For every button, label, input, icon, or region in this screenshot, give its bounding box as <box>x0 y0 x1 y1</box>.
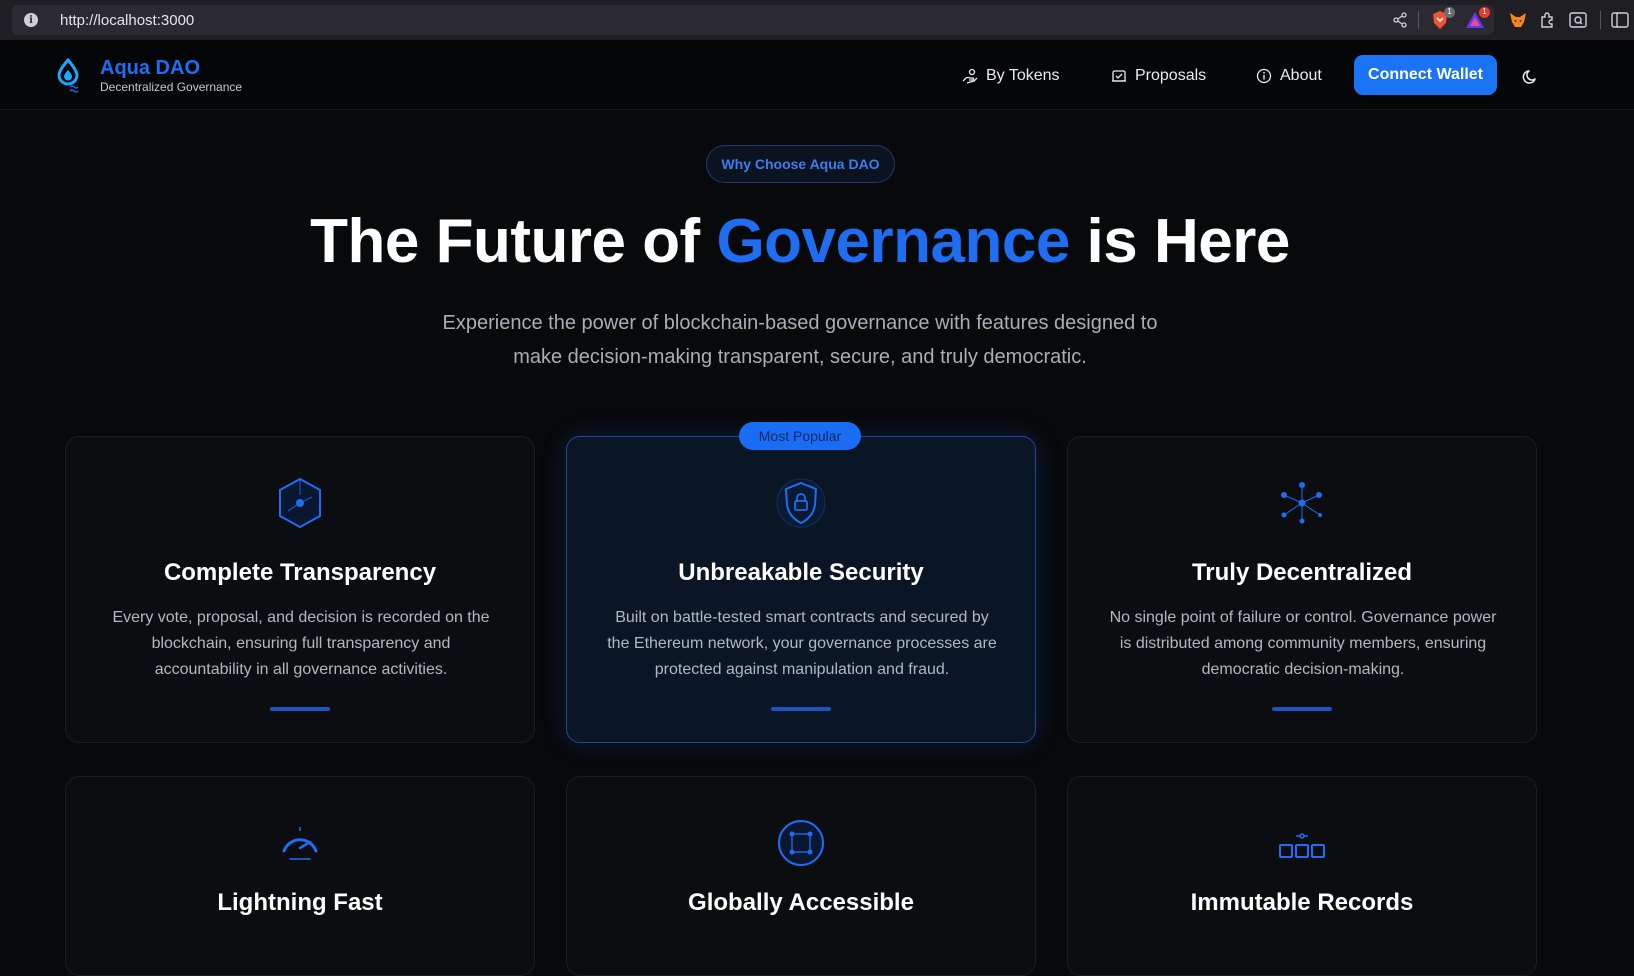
card-accent-bar <box>1272 707 1332 711</box>
nav-label: By Tokens <box>986 67 1060 84</box>
globe-icon <box>773 815 829 871</box>
card-title: Immutable Records <box>1190 889 1414 916</box>
url-text[interactable]: http://localhost:3000 <box>60 12 194 29</box>
blocks-icon <box>1274 815 1330 871</box>
share-icon[interactable] <box>1390 10 1410 30</box>
card-accent-bar <box>771 707 831 711</box>
nav-about[interactable]: About <box>1256 63 1322 89</box>
rewards-count: 1 <box>1479 7 1490 18</box>
browser-toolbar: i http://localhost:3000 1 1 <box>0 0 1634 40</box>
card-accent-bar <box>270 707 330 711</box>
hexagon-icon <box>272 475 328 531</box>
card-desc-line: blockchain, ensuring full transparency a… <box>151 635 451 652</box>
hero-subtitle: Experience the power of blockchain-based… <box>400 306 1200 374</box>
feature-card-decentralized[interactable]: Truly Decentralized No single point of f… <box>1067 436 1537 743</box>
brave-rewards-icon[interactable]: 1 <box>1465 7 1490 30</box>
shield-lock-icon <box>773 475 829 531</box>
extensions-puzzle-icon[interactable] <box>1538 10 1558 30</box>
network-icon <box>1274 475 1330 531</box>
card-title: Lightning Fast <box>217 889 383 916</box>
site-header: Aqua DAO Decentralized Governance By Tok… <box>0 40 1634 110</box>
brand-name[interactable]: Aqua DAO <box>100 57 200 80</box>
card-desc-line: No single point of failure or control. G… <box>1109 609 1497 626</box>
ballot-icon <box>1112 70 1126 82</box>
card-description: Every vote, proposal, and decision is re… <box>106 605 496 683</box>
card-desc-line: Built on battle-tested smart contracts a… <box>615 609 989 626</box>
hand-coins-icon <box>962 68 978 84</box>
card-desc-line: democratic decision-making. <box>1201 661 1405 678</box>
hero-title-end: is Here <box>1069 207 1291 276</box>
brave-shields-icon[interactable]: 1 <box>1430 7 1455 30</box>
nav-label: About <box>1280 67 1322 84</box>
hero-title-accent: Governance <box>716 207 1070 276</box>
toolbar-divider <box>1600 11 1601 29</box>
water-drop-logo-icon[interactable] <box>56 57 82 94</box>
card-title: Unbreakable Security <box>678 559 924 586</box>
speedometer-icon <box>272 815 328 871</box>
connect-wallet-button[interactable]: Connect Wallet <box>1354 55 1497 95</box>
hero-title-start: The Future of <box>310 207 717 276</box>
card-description: No single point of failure or control. G… <box>1108 605 1498 683</box>
feature-card-immutable[interactable]: Immutable Records <box>1067 776 1537 976</box>
nav-proposals[interactable]: Proposals <box>1111 63 1206 89</box>
card-title: Globally Accessible <box>688 889 914 916</box>
site-info-icon[interactable]: i <box>24 13 38 27</box>
hero-title: The Future of Governance is Here <box>0 206 1600 277</box>
feature-card-security[interactable]: Unbreakable Security Built on battle-tes… <box>566 436 1036 743</box>
hero-subtitle-line: make decision-making transparent, secure… <box>513 346 1087 368</box>
brand-tagline: Decentralized Governance <box>100 80 243 94</box>
card-desc-line: protected against manipulation and fraud… <box>654 661 950 678</box>
card-desc-line: the Ethereum network, your governance pr… <box>607 635 997 652</box>
feature-card-transparency[interactable]: Complete Transparency Every vote, propos… <box>65 436 535 743</box>
card-desc-line: is distributed among community members, … <box>1119 635 1487 652</box>
feature-card-fast[interactable]: Lightning Fast <box>65 776 535 976</box>
address-bar[interactable]: i http://localhost:3000 <box>12 5 1494 35</box>
card-title: Complete Transparency <box>163 559 437 586</box>
card-desc-line: accountability in all governance activit… <box>154 661 448 678</box>
card-desc-line: Every vote, proposal, and decision is re… <box>112 609 490 626</box>
most-popular-badge: Most Popular <box>739 422 861 450</box>
card-description: Built on battle-tested smart contracts a… <box>607 605 997 683</box>
feature-card-global[interactable]: Globally Accessible <box>566 776 1036 976</box>
shields-count: 1 <box>1444 7 1455 18</box>
sidebar-toggle-icon[interactable] <box>1610 10 1630 30</box>
nav-label: Proposals <box>1135 67 1207 84</box>
card-title: Truly Decentralized <box>1191 559 1413 586</box>
info-icon <box>1256 68 1272 84</box>
toolbar-divider <box>1418 11 1419 29</box>
nav-by-tokens[interactable]: By Tokens <box>962 63 1060 89</box>
metamask-fox-icon[interactable] <box>1508 10 1528 30</box>
section-pill: Why Choose Aqua DAO <box>706 145 895 183</box>
reader-mode-icon[interactable] <box>1568 10 1588 30</box>
moon-icon[interactable] <box>1520 65 1542 87</box>
hero-subtitle-line: Experience the power of blockchain-based… <box>442 312 1158 334</box>
